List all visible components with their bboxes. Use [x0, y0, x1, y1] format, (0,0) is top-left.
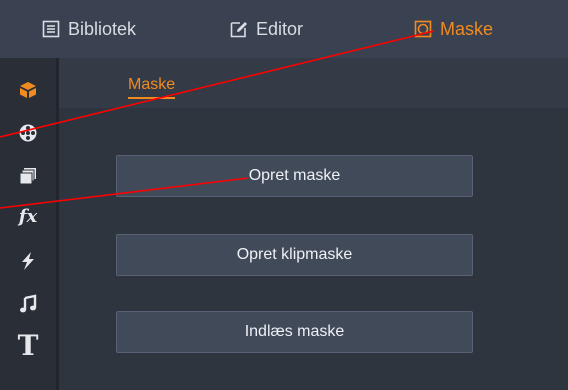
tab-maske-label: Maske [440, 18, 494, 39]
left-sidebar: fx T [0, 58, 59, 390]
edit-icon [230, 20, 248, 38]
tab-bibliotek-label: Bibliotek [68, 18, 137, 39]
tab-maske[interactable]: Maske [414, 0, 493, 58]
title-label: T [17, 329, 39, 362]
library-icon [42, 20, 60, 38]
mask-panel: Opret maske Opret klipmaske Indlæs maske [59, 108, 568, 390]
film-reel-icon[interactable] [16, 121, 40, 145]
load-mask-button[interactable]: Indlæs maske [116, 311, 473, 353]
top-navigation-bar: Bibliotek Editor Maske [0, 0, 568, 59]
mask-icon [414, 20, 432, 38]
fx-label: fx [18, 206, 38, 227]
create-mask-button[interactable]: Opret maske [116, 155, 473, 197]
subtab-maske[interactable]: Maske [128, 76, 176, 99]
fx-icon[interactable]: fx [16, 205, 40, 229]
tab-bibliotek[interactable]: Bibliotek [42, 0, 136, 58]
create-clip-mask-button[interactable]: Opret klipmaske [116, 234, 473, 276]
music-note-icon[interactable] [16, 292, 40, 316]
box-icon[interactable] [16, 78, 40, 102]
tab-editor[interactable]: Editor [230, 0, 303, 58]
title-icon[interactable]: T [16, 329, 40, 362]
lightning-icon[interactable] [16, 249, 40, 273]
stack-icon[interactable] [16, 164, 40, 188]
tab-editor-label: Editor [256, 18, 304, 39]
sub-header: Maske [59, 58, 568, 108]
